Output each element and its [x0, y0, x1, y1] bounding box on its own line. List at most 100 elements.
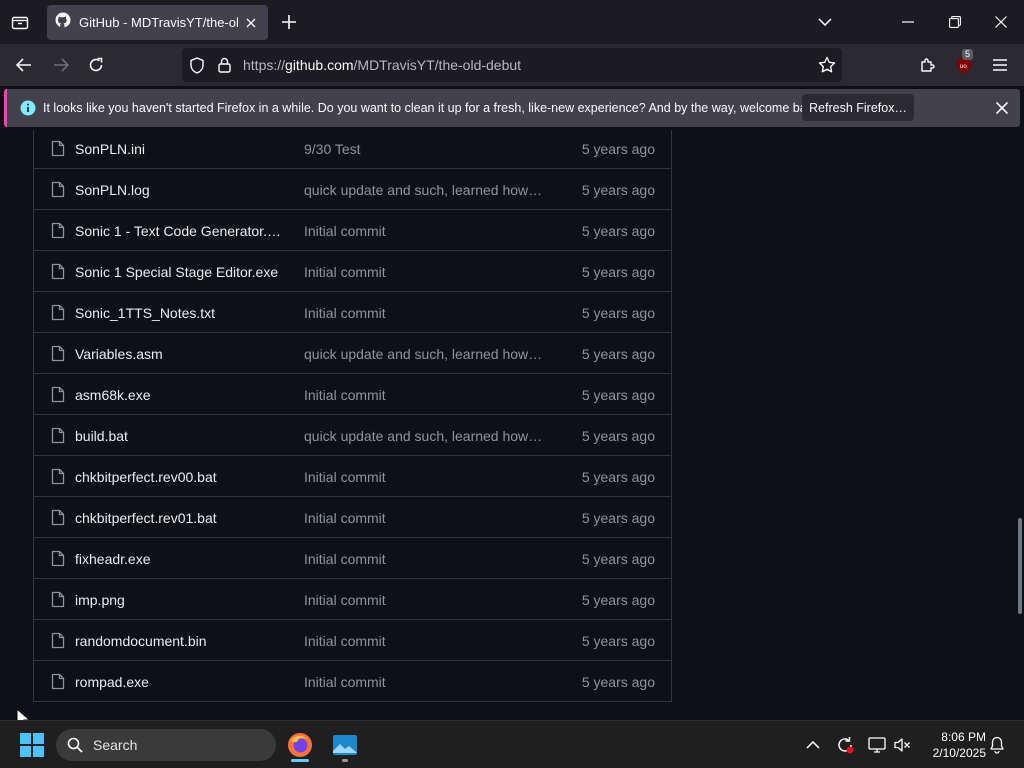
file-icon: [51, 263, 65, 280]
address-bar[interactable]: https://github.com/MDTravisYT/the-old-de…: [182, 48, 842, 82]
file-name-link[interactable]: asm68k.exe: [75, 387, 150, 403]
taskbar-search-box[interactable]: Search: [56, 729, 276, 761]
refresh-firefox-button[interactable]: Refresh Firefox…: [802, 94, 914, 121]
active-app-indicator: [291, 759, 309, 762]
file-icon: [51, 632, 65, 649]
back-arrow-icon[interactable]: [12, 53, 36, 77]
github-repo-content: SonPLN.ini 9/30 Test 5 years ago SonPLN.log…: [0, 130, 1024, 720]
show-hidden-icons-chevron-icon[interactable]: [797, 729, 829, 761]
commit-message-link[interactable]: Initial commit: [304, 551, 386, 567]
commit-message-link[interactable]: Initial commit: [304, 387, 386, 403]
active-tab[interactable]: GitHub - MDTravisYT/the-old-debut: [47, 5, 268, 40]
file-row[interactable]: asm68k.exe Initial commit 5 years ago: [34, 374, 671, 415]
extensions-puzzle-icon[interactable]: [916, 53, 940, 77]
commit-message-link[interactable]: 9/30 Test: [304, 141, 361, 157]
file-row[interactable]: chkbitperfect.rev00.bat Initial commit 5 y…: [34, 456, 671, 497]
search-icon: [67, 737, 83, 758]
photos-app-icon[interactable]: [329, 729, 361, 762]
commit-message-link[interactable]: Initial commit: [304, 264, 386, 280]
commit-message-link[interactable]: quick update and such, learned how…: [304, 182, 542, 198]
tracking-shield-icon[interactable]: [189, 57, 205, 79]
file-name-link[interactable]: SonPLN.log: [75, 182, 150, 198]
file-row[interactable]: fixheadr.exe Initial commit 5 years ago: [34, 538, 671, 579]
commit-age: 5 years ago: [581, 674, 655, 690]
file-name-link[interactable]: SonPLN.ini: [75, 141, 145, 157]
hamburger-menu-icon[interactable]: [988, 53, 1012, 77]
forward-arrow-icon[interactable]: [49, 53, 73, 77]
file-row[interactable]: build.bat quick update and such, learned …: [34, 415, 671, 456]
file-row[interactable]: randomdocument.bin Initial commit 5 years …: [34, 620, 671, 661]
volume-muted-icon[interactable]: [886, 729, 918, 761]
minimize-icon[interactable]: [896, 10, 920, 34]
lock-icon[interactable]: [218, 57, 231, 78]
commit-message-link[interactable]: Initial commit: [304, 469, 386, 485]
system-clock[interactable]: 8:06 PM 2/10/2025: [918, 729, 986, 761]
refresh-firefox-notification: It looks like you haven't started Firefo…: [4, 89, 1020, 127]
file-name-link[interactable]: build.bat: [75, 428, 128, 444]
file-list: SonPLN.ini 9/30 Test 5 years ago SonPLN.log…: [33, 130, 672, 702]
file-name-link[interactable]: Sonic 1 - Text Code Generator.…: [75, 223, 281, 239]
file-icon: [51, 345, 65, 362]
file-name-link[interactable]: imp.png: [75, 592, 125, 608]
commit-age: 5 years ago: [581, 551, 655, 567]
restore-icon[interactable]: [943, 10, 967, 34]
commit-message-link[interactable]: quick update and such, learned how…: [304, 428, 542, 444]
file-row[interactable]: rompad.exe Initial commit 5 years ago: [34, 661, 671, 702]
file-name-link[interactable]: randomdocument.bin: [75, 633, 207, 649]
commit-message-link[interactable]: Initial commit: [304, 674, 386, 690]
file-row[interactable]: Sonic_1TTS_Notes.txt Initial commit 5 year…: [34, 292, 671, 333]
commit-message-link[interactable]: Initial commit: [304, 592, 386, 608]
file-icon: [51, 468, 65, 485]
url-text[interactable]: https://github.com/MDTravisYT/the-old-de…: [243, 57, 521, 73]
notification-bell-icon[interactable]: [981, 729, 1013, 761]
windows-start-icon[interactable]: [16, 729, 48, 761]
tab-list-icon[interactable]: [8, 10, 32, 34]
file-row[interactable]: Variables.asm quick update and such, lear…: [34, 333, 671, 374]
close-window-icon[interactable]: [989, 10, 1013, 34]
file-name-link[interactable]: chkbitperfect.rev01.bat: [75, 510, 217, 526]
bookmark-star-icon[interactable]: [818, 56, 836, 79]
ublock-origin-icon[interactable]: uo 5: [952, 49, 976, 77]
sync-status-icon[interactable]: [829, 729, 861, 761]
file-name-link[interactable]: chkbitperfect.rev00.bat: [75, 469, 217, 485]
commit-age: 5 years ago: [581, 469, 655, 485]
close-tab-icon[interactable]: [242, 14, 260, 32]
commit-message-link[interactable]: Initial commit: [304, 223, 386, 239]
notification-message: It looks like you haven't started Firefo…: [43, 101, 823, 115]
commit-age: 5 years ago: [581, 592, 655, 608]
file-name-link[interactable]: Sonic 1 Special Stage Editor.exe: [75, 264, 278, 280]
file-row[interactable]: Sonic 1 - Text Code Generator.… Initial c…: [34, 210, 671, 251]
file-row[interactable]: imp.png Initial commit 5 years ago: [34, 579, 671, 620]
new-tab-icon[interactable]: [279, 12, 299, 32]
info-icon: [20, 100, 36, 121]
file-name-link[interactable]: Variables.asm: [75, 346, 163, 362]
search-label: Search: [93, 737, 138, 753]
commit-age: 5 years ago: [581, 428, 655, 444]
commit-message-link[interactable]: Initial commit: [304, 510, 386, 526]
commit-message-link[interactable]: Initial commit: [304, 633, 386, 649]
file-row[interactable]: Sonic 1 Special Stage Editor.exe Initial …: [34, 251, 671, 292]
reload-icon[interactable]: [84, 53, 108, 77]
file-name-link[interactable]: fixheadr.exe: [75, 551, 151, 567]
file-row[interactable]: SonPLN.ini 9/30 Test 5 years ago: [34, 130, 671, 169]
mouse-pointer-icon: [16, 707, 31, 720]
commit-message-link[interactable]: Initial commit: [304, 305, 386, 321]
commit-message-link[interactable]: quick update and such, learned how…: [304, 346, 542, 362]
list-all-tabs-icon[interactable]: [813, 10, 837, 34]
running-app-indicator: [342, 759, 348, 762]
file-icon: [51, 591, 65, 608]
commit-age: 5 years ago: [581, 141, 655, 157]
file-icon: [51, 386, 65, 403]
file-row[interactable]: SonPLN.log quick update and such, learned…: [34, 169, 671, 210]
page-scrollbar-thumb[interactable]: [1018, 518, 1022, 614]
close-notification-icon[interactable]: [992, 98, 1012, 118]
file-icon: [51, 509, 65, 526]
commit-age: 5 years ago: [581, 182, 655, 198]
file-row[interactable]: chkbitperfect.rev01.bat Initial commit 5 y…: [34, 497, 671, 538]
file-name-link[interactable]: Sonic_1TTS_Notes.txt: [75, 305, 215, 321]
commit-age: 5 years ago: [581, 346, 655, 362]
commit-age: 5 years ago: [581, 305, 655, 321]
firefox-taskbar-icon[interactable]: [284, 729, 316, 762]
svg-text:uo: uo: [960, 64, 967, 70]
file-name-link[interactable]: rompad.exe: [75, 674, 149, 690]
